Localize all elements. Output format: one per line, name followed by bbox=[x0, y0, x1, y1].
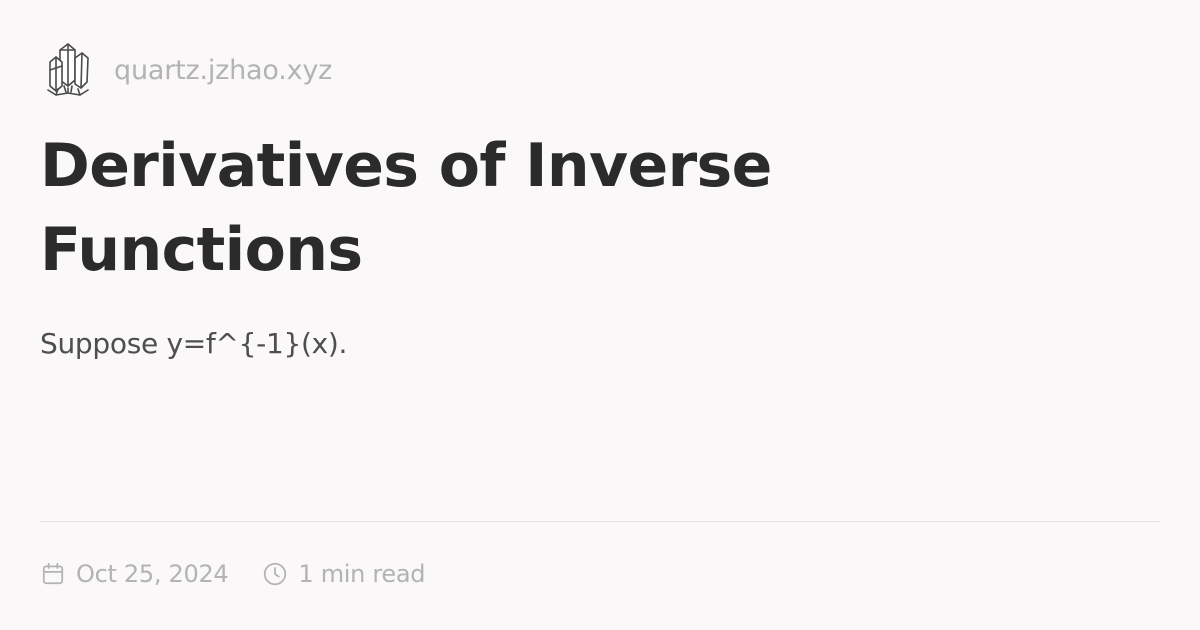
reading-time: 1 min read bbox=[298, 560, 426, 588]
clock-icon bbox=[264, 562, 287, 586]
article-meta: Oct 25, 2024 1 min read bbox=[40, 552, 426, 596]
publish-date: Oct 25, 2024 bbox=[76, 560, 229, 588]
site-name[interactable]: quartz.jzhao.xyz bbox=[114, 55, 332, 86]
date-meta: Oct 25, 2024 bbox=[40, 560, 229, 588]
page-title: Derivatives of Inverse Functions bbox=[40, 131, 772, 285]
divider bbox=[40, 521, 1160, 522]
calendar-icon bbox=[42, 562, 64, 585]
page-description: Suppose y=f^{-1}(x). bbox=[40, 327, 348, 360]
site-header: quartz.jzhao.xyz bbox=[44, 40, 332, 100]
reading-time-meta: 1 min read bbox=[262, 560, 426, 588]
crystal-logo-icon bbox=[47, 43, 89, 96]
